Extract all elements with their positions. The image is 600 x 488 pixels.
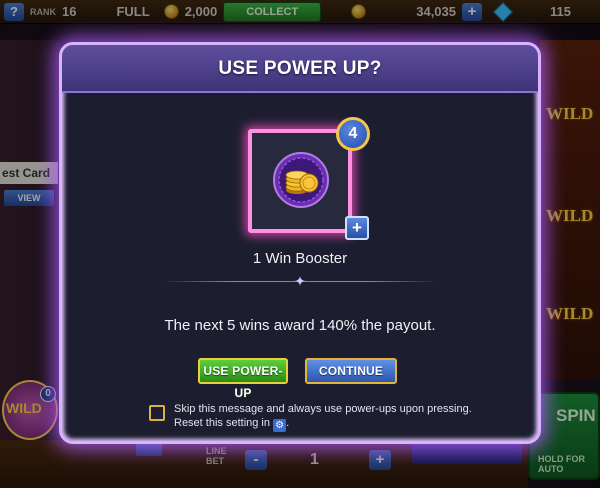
power-up-dialog: USE POWER UP? 4 + 1 Win Booster ✦ The ne… xyxy=(59,42,541,444)
skip-message-line-1: Skip this message and always use power-u… xyxy=(174,403,472,415)
item-count-badge: 4 xyxy=(336,117,370,151)
add-power-up-button[interactable]: + xyxy=(345,216,369,240)
skip-message-text: Skip this message and always use power-u… xyxy=(174,402,472,432)
reset-setting-period: . xyxy=(286,417,290,429)
use-power-up-button[interactable]: USE POWER-UP xyxy=(198,358,288,400)
dialog-title: USE POWER UP? xyxy=(218,58,382,79)
dialog-header: USE POWER UP? xyxy=(62,45,538,93)
skip-message-line-2: Reset this setting in ⚙. xyxy=(174,416,472,432)
skip-message-checkbox[interactable] xyxy=(149,405,165,421)
win-booster-icon xyxy=(273,152,329,208)
power-up-description: The next 5 wins award 140% the payout. xyxy=(164,317,436,334)
sparkle-icon: ✦ xyxy=(294,273,306,289)
reset-setting-text: Reset this setting in xyxy=(174,417,270,429)
power-up-name: 1 Win Booster xyxy=(252,250,348,267)
gear-icon[interactable]: ⚙ xyxy=(273,419,287,432)
continue-button[interactable]: CONTINUE xyxy=(305,358,397,384)
